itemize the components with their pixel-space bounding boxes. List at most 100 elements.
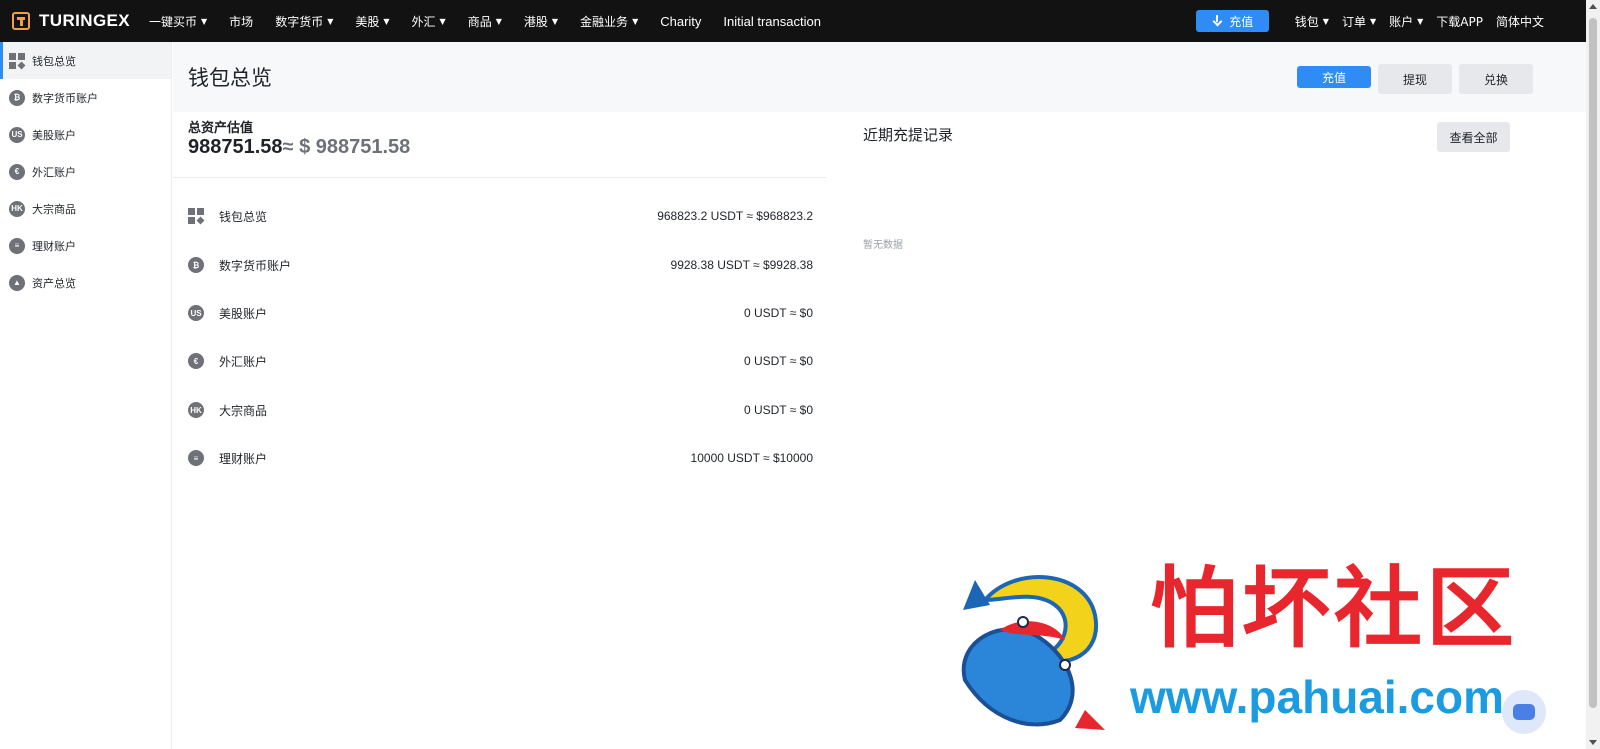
nav-download-app[interactable]: 下载APP: [1436, 13, 1483, 30]
recent-records-panel: 近期充提记录 查看全部 暂无数据: [863, 112, 1523, 412]
nav-wallet-menu[interactable]: 钱包 ▼: [1295, 13, 1329, 30]
nav-item-quick-buy[interactable]: 一键买币 ▼: [149, 13, 207, 30]
deposit-button[interactable]: 充值: [1297, 66, 1371, 88]
withdraw-button[interactable]: 提现: [1378, 64, 1452, 94]
watermark-title: 怕坏社区: [1150, 556, 1519, 660]
account-name: 数字货币账户: [219, 258, 292, 273]
account-name: 理财账户: [219, 451, 268, 466]
nav-deposit-button[interactable]: 充值: [1195, 10, 1269, 32]
watermark-url: www.pahuai.com: [1130, 671, 1505, 723]
mountain-icon: ▲: [9, 274, 25, 291]
main-menu: 一键买币 ▼ 市场 数字货币 ▼ 美股 ▼ 外汇 ▼ 商品 ▼ 港股 ▼ 金融业务 ▼ Cha…: [149, 0, 843, 42]
account-row-crypto[interactable]: ₿ 数字货币账户 9928.38 USDT ≈ $9928.38: [188, 253, 813, 277]
chat-support-button[interactable]: [1502, 690, 1546, 734]
nav-item-forex[interactable]: 外汇 ▼: [412, 13, 446, 30]
nav-right: 充值 钱包 ▼ 订单 ▼ 账户 ▼ 下载APP 简体中文: [1195, 0, 1544, 42]
hk-icon: HK: [188, 402, 204, 418]
account-value: 9928.38 USDT ≈ $9928.38: [670, 258, 813, 272]
nav-item-commodities[interactable]: 商品 ▼: [468, 13, 502, 30]
caret-down-icon: ▼: [1322, 16, 1329, 26]
us-icon: US: [188, 305, 204, 321]
sidebar-item-us-stock-account[interactable]: US 美股账户: [0, 116, 171, 153]
account-row-us-stocks[interactable]: US 美股账户 0 USDT ≈ $0: [188, 301, 813, 325]
bitcoin-icon: ₿: [188, 257, 204, 273]
sidebar-item-label: 数字货币账户: [32, 91, 98, 105]
total-assets-label: 总资产估值: [188, 121, 254, 136]
bitcoin-icon: ₿: [9, 89, 25, 106]
nav-item-hk-stocks[interactable]: 港股 ▼: [524, 13, 558, 30]
sidebar-item-finance-account[interactable]: ≡ 理财账户: [0, 227, 171, 264]
account-value: 0 USDT ≈ $0: [743, 306, 813, 320]
brand-logo-icon: [12, 12, 30, 30]
account-name: 钱包总览: [219, 209, 268, 224]
account-name: 大宗商品: [219, 403, 268, 418]
caret-down-icon: ▼: [1369, 16, 1377, 26]
nav-language-switch[interactable]: 简体中文: [1496, 13, 1544, 30]
sidebar: 钱包总览 ₿ 数字货币账户 US 美股账户 € 外汇账户 HK 大宗商品 ≡ 理…: [0, 42, 172, 749]
exchange-button[interactable]: 兑换: [1459, 64, 1533, 94]
page-scrollbar[interactable]: [1586, 0, 1600, 749]
total-usd-approx: ≈ $ 988751.58: [282, 136, 411, 158]
caret-down-icon: ▼: [439, 16, 446, 26]
sidebar-item-label: 理财账户: [32, 239, 76, 253]
sidebar-item-label: 资产总览: [32, 276, 76, 290]
sidebar-item-commodities[interactable]: HK 大宗商品: [0, 190, 171, 227]
page-header: 钱包总览 充值 提现 兑换: [173, 42, 1586, 112]
account-row-commodities[interactable]: HK 大宗商品 0 USDT ≈ $0: [188, 398, 813, 422]
download-icon: [1211, 15, 1223, 27]
grid-icon: [9, 52, 26, 69]
nav-item-charity[interactable]: Charity: [660, 14, 701, 29]
account-row-wallet-overview[interactable]: 钱包总览 968823.2 USDT ≈ $968823.2: [188, 204, 813, 228]
scroll-thumb[interactable]: [1589, 18, 1597, 708]
nav-item-us-stocks[interactable]: 美股 ▼: [355, 13, 389, 30]
account-value: 968823.2 USDT ≈ $968823.2: [657, 209, 813, 223]
scroll-up-icon[interactable]: [1589, 4, 1597, 9]
us-icon: US: [9, 126, 25, 143]
caret-down-icon: ▼: [1417, 16, 1424, 26]
sidebar-item-label: 外汇账户: [32, 165, 76, 179]
caret-down-icon: ▼: [383, 16, 390, 26]
forex-icon: €: [188, 353, 204, 369]
nav-item-market[interactable]: 市场: [229, 13, 253, 30]
forex-icon: €: [9, 163, 25, 180]
sidebar-item-forex-account[interactable]: € 外汇账户: [0, 153, 171, 190]
total-usdt: 988751.58: [188, 136, 283, 158]
scroll-down-icon[interactable]: [1589, 740, 1597, 745]
finance-icon: ≡: [9, 237, 25, 254]
empty-state-text: 暂无数据: [863, 240, 903, 251]
view-all-button[interactable]: 查看全部: [1437, 122, 1510, 152]
nav-item-initial-transaction[interactable]: Initial transaction: [723, 14, 821, 29]
caret-down-icon: ▼: [632, 16, 639, 26]
sidebar-item-crypto-account[interactable]: ₿ 数字货币账户: [0, 79, 171, 116]
sidebar-item-label: 美股账户: [32, 128, 76, 142]
account-row-finance[interactable]: ≡ 理财账户 10000 USDT ≈ $10000: [188, 446, 813, 470]
page-title: 钱包总览: [188, 66, 272, 90]
nav-item-crypto[interactable]: 数字货币 ▼: [275, 13, 333, 30]
divider: [173, 177, 826, 178]
nav-item-financial-services[interactable]: 金融业务 ▼: [580, 13, 638, 30]
caret-down-icon: ▼: [551, 16, 559, 26]
nav-account-menu[interactable]: 账户 ▼: [1389, 13, 1423, 30]
account-row-forex[interactable]: € 外汇账户 0 USDT ≈ $0: [188, 349, 813, 373]
account-name: 外汇账户: [219, 354, 268, 369]
nav-orders-menu[interactable]: 订单 ▼: [1342, 13, 1376, 30]
caret-down-icon: ▼: [201, 16, 208, 26]
caret-down-icon: ▼: [495, 16, 502, 26]
account-name: 美股账户: [219, 306, 268, 321]
total-assets-value: 988751.58≈ $ 988751.58: [188, 136, 410, 159]
brand-name: TURINGEX: [39, 11, 131, 30]
records-title: 近期充提记录: [863, 126, 954, 144]
brand[interactable]: TURINGEX: [12, 11, 149, 31]
top-navbar: TURINGEX 一键买币 ▼ 市场 数字货币 ▼ 美股 ▼ 外汇 ▼ 商品 ▼ 港股 ▼ …: [0, 0, 1586, 42]
account-value: 0 USDT ≈ $0: [743, 354, 813, 368]
sidebar-item-asset-overview[interactable]: ▲ 资产总览: [0, 264, 171, 301]
watermark: 怕坏社区 www.pahuai.com: [945, 560, 1555, 732]
sidebar-item-wallet-overview[interactable]: 钱包总览: [0, 42, 171, 79]
grid-icon: [188, 208, 205, 225]
chat-icon: [1513, 704, 1535, 720]
caret-down-icon: ▼: [327, 16, 334, 26]
sidebar-item-label: 钱包总览: [32, 54, 76, 68]
account-value: 0 USDT ≈ $0: [743, 403, 813, 417]
hk-icon: HK: [9, 200, 25, 217]
fish-logo-icon: [961, 575, 1105, 730]
